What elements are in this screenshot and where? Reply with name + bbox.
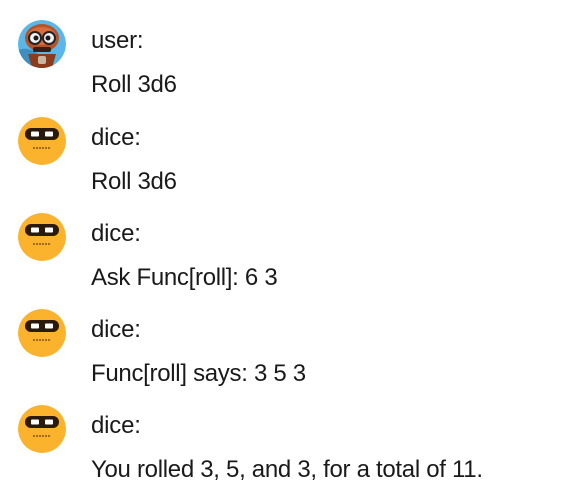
chat-message: dice: You rolled 3, 5, and 3, for a tota… [0, 405, 562, 501]
robot-avatar-icon [18, 20, 66, 68]
message-sender: dice: [91, 412, 141, 439]
dice-bot-avatar-icon [18, 117, 66, 165]
dice-bot-avatar-icon [18, 213, 66, 261]
chat-message: dice: Func[roll] says: 3 5 3 [0, 309, 562, 405]
message-sender: dice: [91, 124, 141, 151]
dice-bot-avatar-icon [18, 309, 66, 357]
message-text: Roll 3d6 [91, 168, 177, 195]
message-sender: dice: [91, 220, 141, 247]
chat-message: dice: Roll 3d6 [0, 117, 562, 213]
message-text: Roll 3d6 [91, 71, 177, 98]
chat-message: dice: Ask Func[roll]: 6 3 [0, 213, 562, 309]
chat-message: user: Roll 3d6 [0, 20, 562, 116]
message-text: Ask Func[roll]: 6 3 [91, 264, 278, 291]
message-text: You rolled 3, 5, and 3, for a total of 1… [91, 456, 483, 483]
message-sender: user: [91, 27, 144, 54]
message-sender: dice: [91, 316, 141, 343]
chat-transcript: user: Roll 3d6 dice: Roll 3d6 dice: Ask … [0, 0, 562, 494]
message-text: Func[roll] says: 3 5 3 [91, 360, 306, 387]
dice-bot-avatar-icon [18, 405, 66, 453]
